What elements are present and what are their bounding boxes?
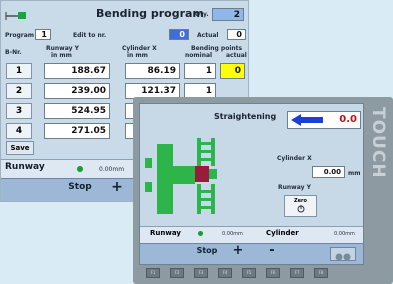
row-index[interactable]: 1	[6, 63, 32, 79]
runway-value[interactable]: 524.95	[44, 103, 110, 119]
runway-value[interactable]: 188.67	[44, 63, 110, 79]
straighten-value-box[interactable]: 0.0	[287, 111, 361, 129]
actual-value: 0	[220, 63, 245, 79]
row-index[interactable]: 4	[6, 123, 32, 139]
screen-title: Straightening	[214, 112, 277, 121]
function-key-f5[interactable]: F5	[242, 268, 256, 278]
zero-button[interactable]: Zero	[284, 195, 317, 217]
qty-field[interactable]: 2	[212, 8, 244, 21]
straightening-screen: Straightening 0.0 Cylinder X 0.00 mm Run…	[139, 103, 364, 265]
qty-label: Qty.	[195, 11, 209, 18]
stop-button[interactable]: Stop	[65, 182, 95, 192]
program-field[interactable]: 1	[35, 29, 51, 40]
function-key-f4[interactable]: F4	[218, 268, 232, 278]
edit-label: Edit to nr.	[73, 32, 107, 39]
status-runway-label: Runway	[5, 162, 45, 172]
machine-diagram-icon	[145, 138, 217, 214]
function-key-f2[interactable]: F2	[170, 268, 184, 278]
cylinder-x-unit: mm	[348, 170, 361, 177]
page-title: Bending program	[96, 7, 204, 20]
front-status-cylinder: Cylinder	[266, 229, 299, 237]
front-status-cylinder-value: 0.00mm	[334, 231, 355, 237]
zero-label: Zero	[294, 198, 307, 204]
col-runway-unit: in mm	[51, 52, 72, 59]
reset-icon	[297, 205, 304, 213]
col-cylinder-unit: in mm	[127, 52, 148, 59]
front-status-led	[198, 231, 203, 236]
cylinder-x-label: Cylinder X	[277, 155, 312, 162]
col-cylinder: Cylinder X	[122, 45, 157, 52]
col-nominal: nominal	[185, 52, 213, 59]
function-key-f3[interactable]: F3	[194, 268, 208, 278]
cylinder-x-field[interactable]: 0.00	[312, 166, 345, 178]
cylinder-value[interactable]: 86.19	[125, 63, 180, 79]
nominal-value[interactable]: 1	[184, 63, 216, 79]
row-index[interactable]: 3	[6, 103, 32, 119]
plus-button[interactable]: +	[109, 179, 125, 195]
touch-brand-label: TOUCH	[368, 107, 388, 179]
arrow-left-icon	[291, 114, 323, 126]
runway-y-label: Runway Y	[278, 184, 311, 191]
col-actual: actual	[226, 52, 247, 59]
front-stop-button[interactable]: Stop	[192, 246, 222, 255]
runway-value[interactable]: 271.05	[44, 123, 110, 139]
actual-label: Actual	[197, 32, 219, 39]
actual-field: 0	[227, 29, 246, 40]
function-key-f7[interactable]: F7	[290, 268, 304, 278]
front-plus-button[interactable]: +	[230, 243, 246, 258]
edit-field[interactable]: 0	[169, 29, 189, 40]
straighten-value: 0.0	[339, 114, 357, 125]
function-key-f6[interactable]: F6	[266, 268, 280, 278]
front-status-runway: Runway	[150, 229, 181, 237]
front-status-runway-value: 0.00mm	[222, 231, 243, 237]
save-button[interactable]: Save	[6, 141, 34, 155]
col-bending: Bending points	[191, 45, 243, 52]
front-minus-button[interactable]: -	[264, 243, 280, 258]
runway-value[interactable]: 239.00	[44, 83, 110, 99]
row-index[interactable]: 2	[6, 83, 32, 99]
function-key-f1[interactable]: F1	[146, 268, 160, 278]
toggle-view-button[interactable]	[330, 247, 356, 261]
machine-icon	[5, 7, 29, 20]
col-bnr: B-Nr.	[5, 49, 22, 56]
status-led	[77, 166, 83, 172]
function-key-f8[interactable]: F8	[314, 268, 328, 278]
status-runway-value: 0.00mm	[99, 166, 125, 173]
col-runway: Runway Y	[46, 45, 79, 52]
glasses-icon	[335, 253, 351, 261]
